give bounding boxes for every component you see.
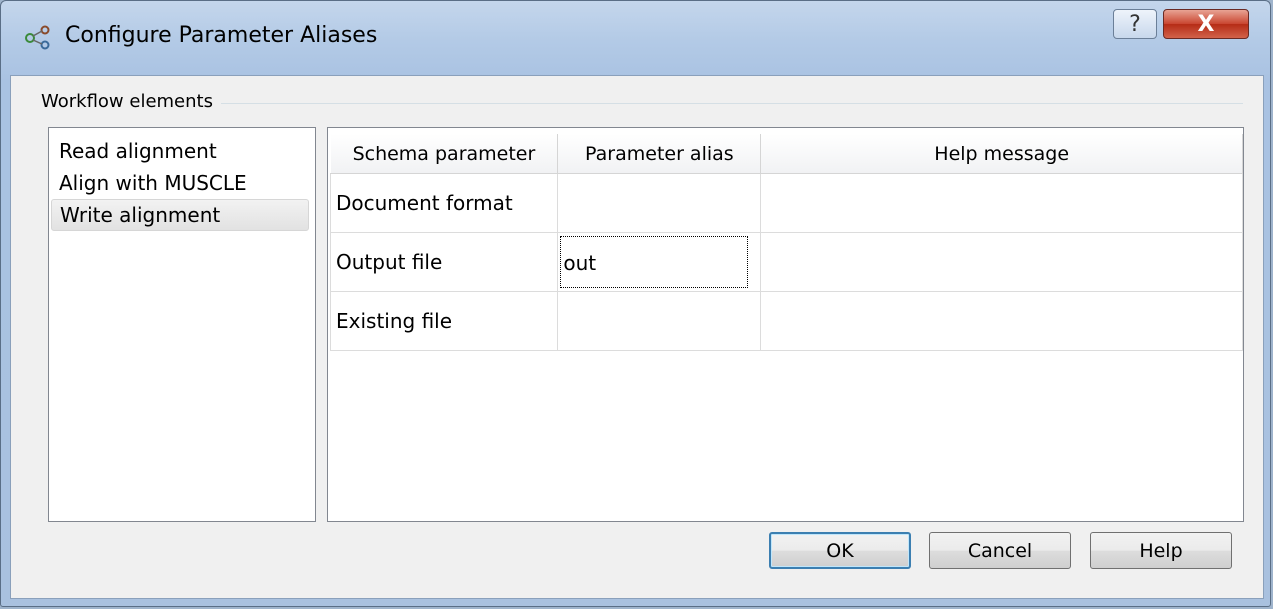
- group-divider: [41, 103, 1243, 104]
- workflow-elements-list[interactable]: Read alignment Align with MUSCLE Write a…: [48, 127, 316, 522]
- cell-help[interactable]: [760, 291, 1243, 351]
- close-icon: X: [1197, 11, 1215, 37]
- context-help-button[interactable]: ?: [1113, 9, 1157, 39]
- cancel-button[interactable]: Cancel: [929, 532, 1071, 569]
- workflow-elements-label: Workflow elements: [41, 91, 221, 112]
- cell-parameter: Existing file: [329, 291, 559, 351]
- ok-button[interactable]: OK: [769, 532, 911, 569]
- table-row: Existing file: [329, 291, 1243, 351]
- cell-parameter: Document format: [329, 173, 559, 233]
- dialog-window: Configure Parameter Aliases ? X Workflow…: [0, 0, 1271, 607]
- cell-help[interactable]: [760, 173, 1243, 233]
- header-schema-parameter[interactable]: Schema parameter: [330, 134, 559, 174]
- parameters-table: Schema parameter Parameter alias Help me…: [329, 134, 1243, 351]
- cell-alias-editing[interactable]: out: [557, 232, 762, 292]
- header-parameter-alias[interactable]: Parameter alias: [557, 134, 762, 174]
- alias-edit-field[interactable]: out: [560, 236, 749, 288]
- cell-help[interactable]: [760, 232, 1243, 292]
- list-item-write-alignment[interactable]: Write alignment: [51, 199, 309, 231]
- cell-alias[interactable]: [557, 291, 762, 351]
- help-button[interactable]: Help: [1090, 532, 1232, 569]
- list-item-read-alignment[interactable]: Read alignment: [51, 135, 309, 167]
- close-button[interactable]: X: [1163, 9, 1249, 39]
- title-bar[interactable]: Configure Parameter Aliases ? X: [1, 1, 1270, 73]
- table-row: Document format: [329, 173, 1243, 233]
- workflow-icon: [25, 25, 50, 50]
- window-title: Configure Parameter Aliases: [65, 23, 378, 48]
- dialog-body: Workflow elements Read alignment Align w…: [10, 75, 1264, 599]
- table-row: Output file out: [329, 232, 1243, 292]
- cell-parameter: Output file: [329, 232, 559, 292]
- parameters-table-panel: Schema parameter Parameter alias Help me…: [327, 127, 1244, 522]
- header-help-message[interactable]: Help message: [760, 134, 1243, 174]
- cell-alias[interactable]: [557, 173, 762, 233]
- question-mark-icon: ?: [1129, 11, 1141, 37]
- list-item-align-muscle[interactable]: Align with MUSCLE: [51, 167, 309, 199]
